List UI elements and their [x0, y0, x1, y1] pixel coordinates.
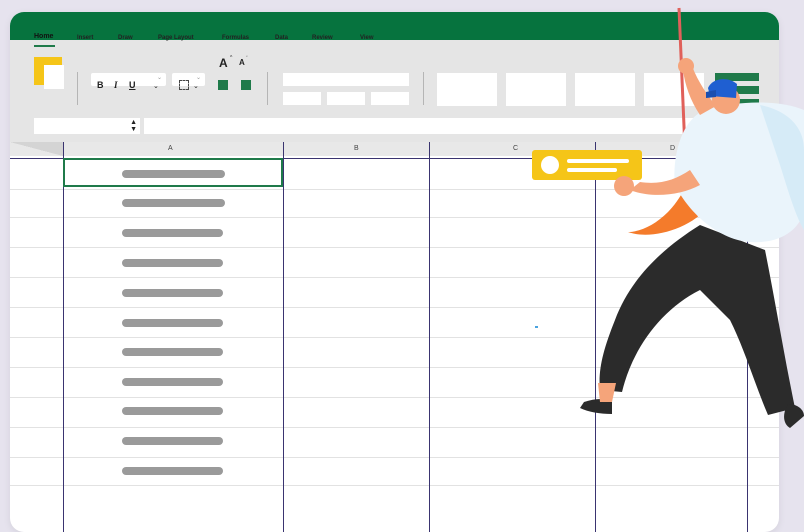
- grid-line: [10, 307, 779, 308]
- tab-data[interactable]: Data: [275, 35, 288, 41]
- grid-line: [10, 189, 779, 190]
- avatar-dot: [541, 156, 559, 174]
- cell-placeholder-bar[interactable]: [122, 319, 223, 327]
- card-line: [567, 159, 629, 163]
- chevron-down-icon: ⌄: [156, 75, 162, 81]
- underline-button[interactable]: U: [129, 80, 136, 90]
- column-line: [429, 142, 430, 532]
- select-all-corner[interactable]: [10, 142, 63, 156]
- cell-placeholder-bar[interactable]: [122, 259, 223, 267]
- clipboard-paper: [44, 65, 64, 89]
- chevron-down-icon[interactable]: ⌄: [153, 82, 159, 90]
- active-tab-indicator: [34, 45, 55, 47]
- tab-page-layout[interactable]: Page Layout: [158, 35, 194, 41]
- column-header-c[interactable]: C: [513, 145, 518, 152]
- font-size-decrease-icon[interactable]: A: [239, 58, 245, 67]
- cell-placeholder-bar[interactable]: [122, 348, 223, 356]
- grid-line: [10, 217, 779, 218]
- cell-placeholder-bar[interactable]: [122, 407, 223, 415]
- borders-icon[interactable]: [179, 80, 189, 90]
- grid-line: [10, 397, 779, 398]
- column-line: [283, 142, 284, 532]
- tab-insert[interactable]: Insert: [77, 35, 93, 41]
- data-card: [532, 150, 642, 180]
- grid-line: [10, 367, 779, 368]
- cell-placeholder-bar[interactable]: [122, 289, 223, 297]
- column-header-d[interactable]: D: [670, 145, 675, 152]
- cell-placeholder-bar[interactable]: [122, 170, 225, 178]
- ribbon-large-button[interactable]: [644, 73, 704, 106]
- spreadsheet-window: Home Insert Draw Page Layout Formulas Da…: [10, 12, 779, 532]
- grid-line: [10, 427, 779, 428]
- tiny-mark: [535, 326, 538, 328]
- tab-formulas[interactable]: Formulas: [222, 35, 249, 41]
- ribbon-divider: [423, 72, 424, 105]
- card-line: [567, 168, 617, 172]
- cell-placeholder-bar[interactable]: [122, 467, 223, 475]
- alignment-button[interactable]: [327, 92, 365, 105]
- chevron-down-icon[interactable]: ⌄: [193, 82, 199, 90]
- cell-placeholder-bar[interactable]: [122, 199, 225, 207]
- bold-button[interactable]: B: [97, 80, 104, 90]
- up-down-arrows-icon[interactable]: ▲ ▼: [130, 119, 137, 133]
- ribbon-large-button[interactable]: [575, 73, 635, 106]
- font-size-increase-icon[interactable]: A: [219, 56, 228, 70]
- column-header-b[interactable]: B: [354, 145, 359, 152]
- tab-home[interactable]: Home: [34, 33, 53, 40]
- ribbon-divider: [267, 72, 268, 105]
- chevron-down-icon: ⌄: [195, 75, 201, 81]
- cell-placeholder-bar[interactable]: [122, 437, 223, 445]
- alignment-button[interactable]: [371, 92, 409, 105]
- grid-line: [10, 485, 779, 486]
- caret-down-icon: ˇ: [246, 56, 248, 62]
- grid-line: [10, 337, 779, 338]
- column-line: [747, 142, 748, 532]
- formula-bar[interactable]: [144, 118, 704, 134]
- alignment-button[interactable]: [283, 92, 321, 105]
- ribbon-large-button[interactable]: [506, 73, 566, 106]
- tab-draw[interactable]: Draw: [118, 35, 133, 41]
- font-color-icon[interactable]: [241, 80, 251, 90]
- name-box[interactable]: ▲ ▼: [34, 118, 140, 134]
- grid-line: [10, 247, 779, 248]
- italic-button[interactable]: I: [114, 80, 118, 90]
- ribbon-divider: [77, 72, 78, 105]
- cell-placeholder-bar[interactable]: [122, 229, 223, 237]
- ribbon-large-button[interactable]: [437, 73, 497, 106]
- grid-line: [10, 277, 779, 278]
- caret-up-icon: ^: [230, 55, 233, 61]
- shoe-right: [784, 404, 804, 428]
- cell-placeholder-bar[interactable]: [122, 378, 223, 386]
- grid-line: [10, 457, 779, 458]
- excel-logo-icon: [715, 73, 759, 107]
- column-header-a[interactable]: A: [168, 145, 173, 152]
- column-line: [63, 142, 64, 532]
- column-line: [595, 142, 596, 532]
- alignment-group[interactable]: [283, 73, 409, 86]
- column-header-row: [10, 142, 779, 156]
- fill-color-icon[interactable]: [218, 80, 228, 90]
- tab-view[interactable]: View: [360, 35, 374, 41]
- tab-review[interactable]: Review: [312, 35, 333, 41]
